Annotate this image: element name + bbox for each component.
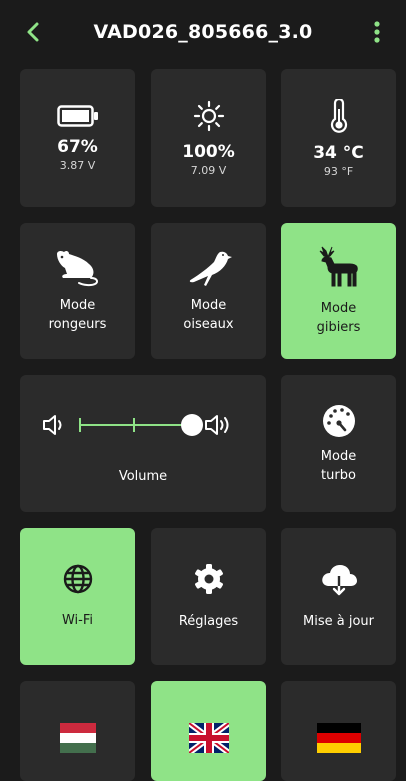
back-button[interactable] bbox=[18, 14, 48, 50]
settings-button[interactable]: Réglages bbox=[151, 528, 266, 665]
language-hungarian-button[interactable] bbox=[20, 681, 135, 781]
volume-label: Volume bbox=[118, 469, 168, 484]
mode-birds-line2: oiseaux bbox=[183, 317, 234, 332]
settings-label: Réglages bbox=[178, 614, 239, 629]
language-english-button[interactable] bbox=[151, 681, 266, 781]
volume-tile: Volume bbox=[20, 375, 266, 512]
language-german-button[interactable] bbox=[281, 681, 396, 781]
volume-low-icon bbox=[43, 415, 62, 435]
more-vertical-icon bbox=[374, 21, 380, 43]
mode-game-button[interactable]: Mode gibiers bbox=[281, 223, 396, 359]
globe-icon bbox=[62, 563, 94, 595]
bird-icon bbox=[184, 248, 234, 288]
volume-track bbox=[79, 424, 191, 426]
rat-icon bbox=[53, 248, 103, 288]
volume-tick-mid bbox=[133, 418, 135, 432]
turbo-line1: Mode bbox=[320, 448, 357, 464]
chevron-left-icon bbox=[27, 22, 39, 42]
volume-tick-min bbox=[79, 418, 81, 432]
mode-birds-line1: Mode bbox=[190, 298, 227, 313]
mode-game-label: Mode gibiers bbox=[317, 299, 361, 337]
uk-flag-icon bbox=[188, 723, 229, 753]
speedometer-icon bbox=[321, 403, 357, 439]
battery-voltage: 3.87 V bbox=[59, 158, 96, 172]
mode-birds-button[interactable]: Mode oiseaux bbox=[151, 223, 266, 359]
temperature-celsius: 34 °C bbox=[313, 142, 364, 163]
mode-rodents-label: Mode rongeurs bbox=[49, 296, 107, 334]
mode-rodents-line1: Mode bbox=[59, 298, 96, 313]
turbo-mode-label: Mode turbo bbox=[321, 447, 356, 485]
turbo-line2: turbo bbox=[321, 467, 356, 483]
header-bar: VAD026_805666_3.0 bbox=[0, 0, 406, 64]
update-label: Mise à jour bbox=[303, 614, 374, 629]
mode-game-line2: gibiers bbox=[316, 320, 361, 335]
battery-icon bbox=[56, 104, 99, 127]
gear-icon bbox=[192, 562, 226, 596]
sun-icon bbox=[193, 100, 225, 132]
mode-birds-label: Mode oiseaux bbox=[183, 296, 233, 334]
volume-slider[interactable] bbox=[33, 405, 253, 445]
deer-icon bbox=[316, 245, 362, 291]
more-menu-button[interactable] bbox=[362, 14, 392, 50]
mode-rodents-line2: rongeurs bbox=[48, 317, 107, 332]
volume-knob[interactable] bbox=[181, 414, 203, 436]
battery-tile: 67% 3.87 V bbox=[20, 69, 135, 207]
turbo-mode-button[interactable]: Mode turbo bbox=[281, 375, 396, 512]
temperature-tile: 34 °C 93 °F bbox=[281, 69, 396, 207]
volume-high-icon bbox=[205, 415, 229, 435]
solar-voltage: 7.09 V bbox=[190, 163, 227, 177]
cloud-download-icon bbox=[319, 562, 359, 596]
update-button[interactable]: Mise à jour bbox=[281, 528, 396, 665]
solar-tile: 100% 7.09 V bbox=[151, 69, 266, 207]
mode-rodents-button[interactable]: Mode rongeurs bbox=[20, 223, 135, 359]
wifi-label: Wi-Fi bbox=[61, 613, 93, 628]
device-title: VAD026_805666_3.0 bbox=[93, 21, 313, 43]
battery-percent: 67% bbox=[57, 136, 98, 157]
temperature-fahrenheit: 93 °F bbox=[323, 164, 354, 178]
wifi-button[interactable]: Wi-Fi bbox=[20, 528, 135, 665]
thermometer-icon bbox=[328, 98, 350, 133]
germany-flag-icon bbox=[316, 723, 361, 753]
hungary-flag-icon bbox=[59, 723, 96, 753]
solar-percent: 100% bbox=[182, 141, 235, 162]
mode-game-line1: Mode bbox=[320, 301, 357, 316]
